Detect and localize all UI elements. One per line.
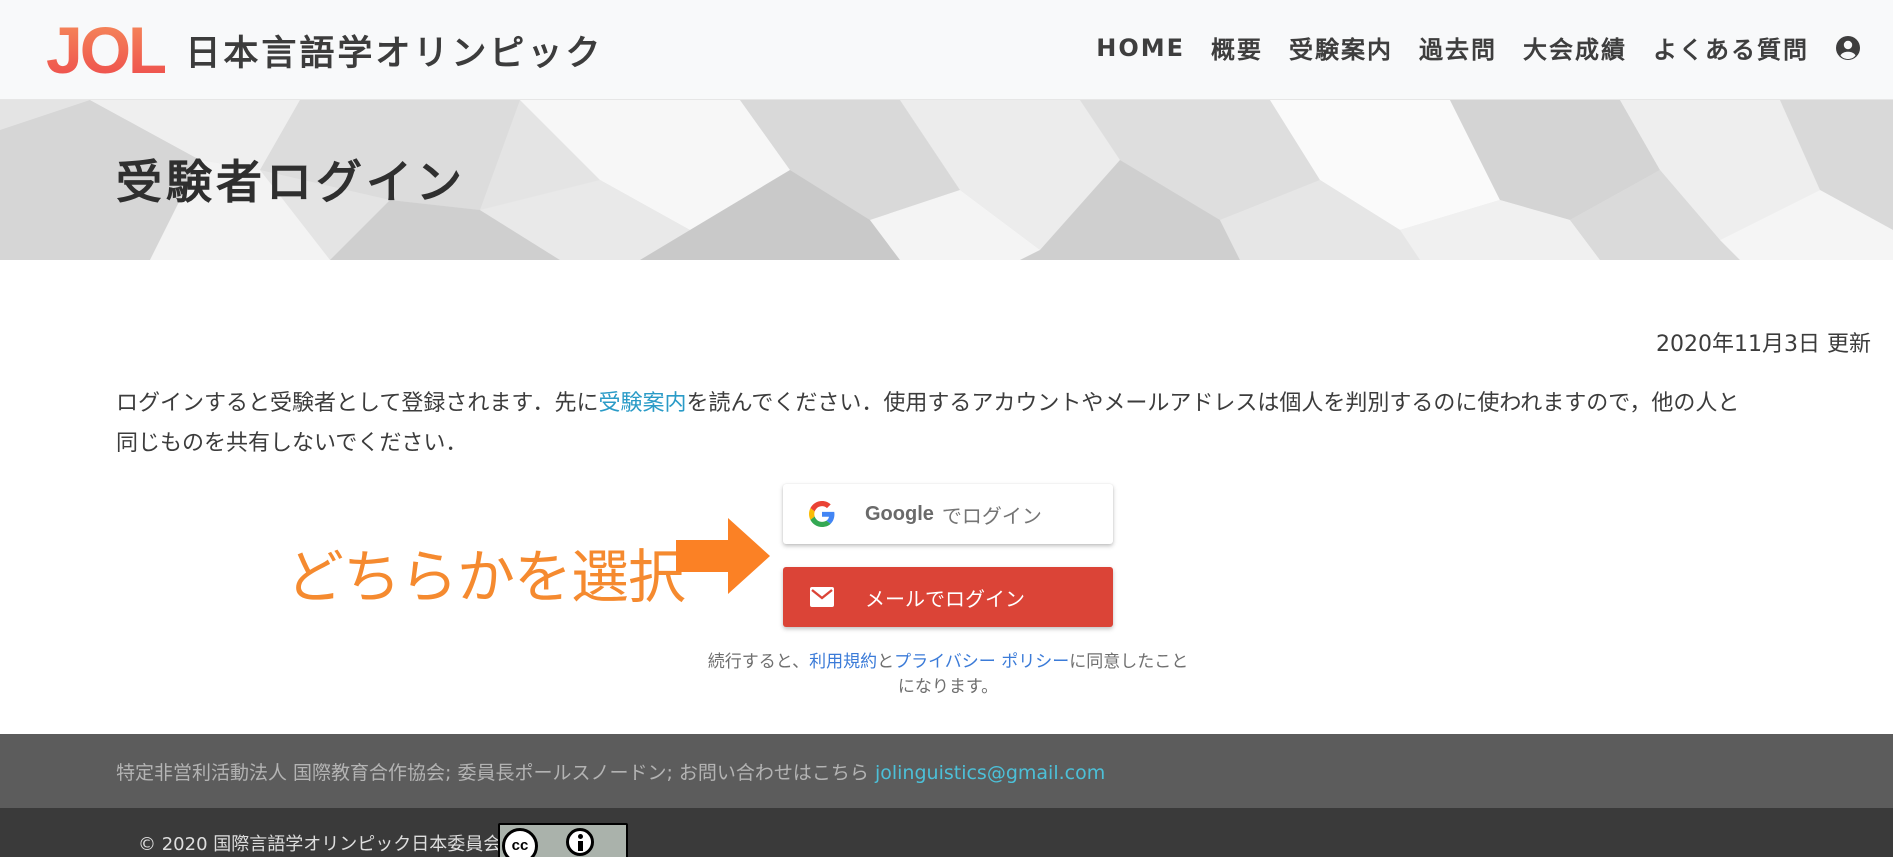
nav-past-problems[interactable]: 過去問	[1419, 30, 1497, 65]
updated-date: 2020年11月3日 更新	[1656, 332, 1871, 357]
jol-logo: JOL	[46, 13, 168, 87]
nav-faq[interactable]: よくある質問	[1653, 30, 1809, 65]
terms-of-service-link[interactable]: 利用規約	[809, 652, 877, 672]
brand-link[interactable]: JOL 日本言語学オリンピック	[46, 13, 604, 87]
nav-home[interactable]: HOME	[1096, 34, 1185, 62]
attribution-icon	[566, 828, 594, 856]
exam-guide-link[interactable]: 受験案内	[598, 391, 686, 416]
mail-icon	[807, 582, 837, 612]
contact-email-link[interactable]: jolinguistics@gmail.com	[875, 762, 1105, 784]
intro-text: ログインすると受験者として登録されます．先に受験案内を読んでください．使用するア…	[116, 384, 1756, 464]
top-navbar: JOL 日本言語学オリンピック HOME 概要 受験案内 過去問 大会成績 よく…	[0, 0, 1893, 100]
page-banner: 受験者ログイン	[0, 100, 1893, 260]
footer-info: 特定非営利活動法人 国際教育合作協会; 委員長ポールスノードン; お問い合わせは…	[0, 734, 1893, 808]
nav-exam-guide[interactable]: 受験案内	[1289, 30, 1393, 65]
site-name: 日本言語学オリンピック	[185, 33, 604, 74]
email-login-label: メールでログイン	[865, 586, 1025, 611]
google-login-label: でログイン	[941, 503, 1042, 528]
intro-text-before: ログインすると受験者として登録されます．先に	[116, 391, 599, 416]
email-login-button[interactable]: メールでログイン	[783, 567, 1113, 627]
cc-by-icon[interactable]: cc	[498, 823, 628, 857]
google-login-button[interactable]: Google でログイン	[783, 484, 1113, 544]
choose-one-callout: どちらかを選択	[286, 543, 686, 611]
page-title: 受験者ログイン	[116, 155, 466, 209]
arrow-right-icon	[676, 518, 770, 594]
terms-text-before: 続行すると、	[707, 652, 810, 672]
footer-org-label: 特定非営利活動法人 国際教育合作協会; 委員長ポールスノードン; お問い合わせは…	[116, 762, 875, 784]
footer-copyright: © 2020 国際言語学オリンピック日本委員会 cc	[0, 808, 1893, 857]
nav-results[interactable]: 大会成績	[1523, 30, 1627, 65]
google-logo-icon	[807, 499, 837, 529]
terms-text-mid: と	[877, 652, 895, 672]
copyright-text: © 2020 国際言語学オリンピック日本委員会	[138, 834, 502, 855]
user-circle-icon[interactable]	[1835, 35, 1861, 61]
footer-org-text: 特定非営利活動法人 国際教育合作協会; 委員長ポールスノードン; お問い合わせは…	[116, 758, 1105, 785]
privacy-policy-link[interactable]: プライバシー ポリシー	[894, 652, 1069, 672]
google-brand-label: Google	[865, 502, 934, 525]
main-nav: HOME 概要 受験案内 過去問 大会成績 よくある質問	[1070, 30, 1861, 65]
terms-notice: 続行すると、利用規約とプライバシー ポリシーに同意したことになります。	[700, 650, 1196, 700]
cc-logo-icon: cc	[502, 828, 538, 857]
nav-overview[interactable]: 概要	[1211, 30, 1263, 65]
